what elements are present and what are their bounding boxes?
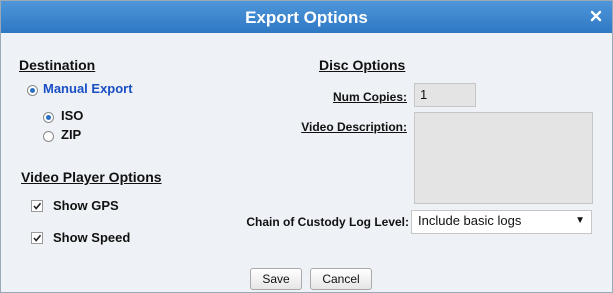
save-button[interactable]: Save xyxy=(250,268,302,290)
destination-heading: Destination xyxy=(19,57,96,73)
iso-label[interactable]: ISO xyxy=(61,108,83,123)
iso-radio[interactable] xyxy=(43,112,54,123)
show-speed-checkbox[interactable] xyxy=(31,232,43,244)
zip-label[interactable]: ZIP xyxy=(61,127,81,142)
video-description-label: Video Description: xyxy=(301,120,407,134)
dropdown-arrow-icon: ▼ xyxy=(575,215,585,226)
export-options-dialog: Export Options Destination Manual Export… xyxy=(0,0,613,293)
close-icon[interactable] xyxy=(589,9,603,23)
num-copies-label: Num Copies: xyxy=(332,90,407,104)
chain-of-custody-label: Chain of Custody Log Level: xyxy=(246,215,409,229)
manual-export-label[interactable]: Manual Export xyxy=(43,81,133,96)
title-bar: Export Options xyxy=(1,1,612,33)
chain-of-custody-value: Include basic logs xyxy=(418,213,522,228)
cancel-button[interactable]: Cancel xyxy=(310,268,372,290)
dialog-title: Export Options xyxy=(245,8,368,27)
video-description-textarea[interactable] xyxy=(414,112,593,204)
disc-options-heading: Disc Options xyxy=(319,57,406,73)
show-gps-checkbox[interactable] xyxy=(31,200,43,212)
show-gps-label[interactable]: Show GPS xyxy=(53,198,119,213)
show-speed-label[interactable]: Show Speed xyxy=(53,230,130,245)
chain-of-custody-select[interactable]: Include basic logs ▼ xyxy=(411,210,592,234)
manual-export-radio[interactable] xyxy=(27,85,38,96)
num-copies-input[interactable]: 1 xyxy=(414,83,476,107)
zip-radio[interactable] xyxy=(43,131,54,142)
video-player-options-heading: Video Player Options xyxy=(21,169,162,185)
